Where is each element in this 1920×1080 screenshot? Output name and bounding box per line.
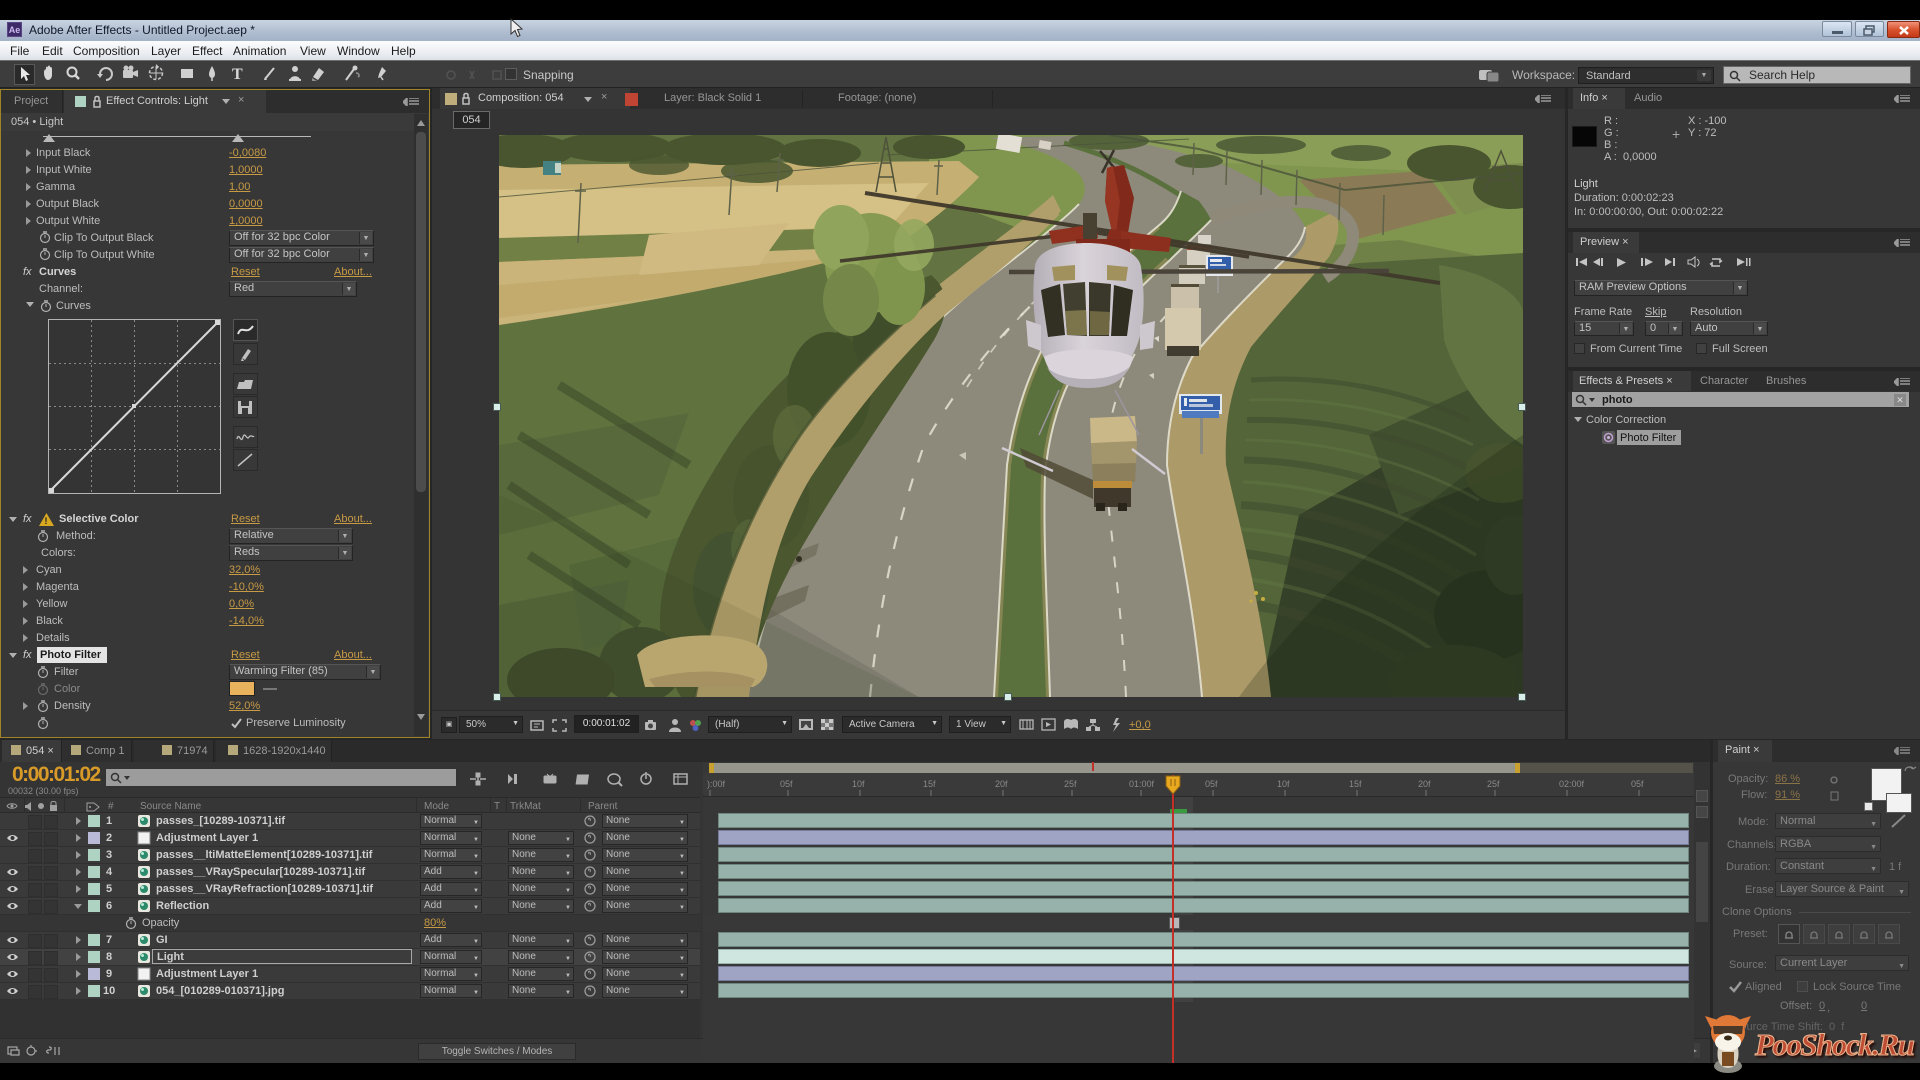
svg-text:T: T: [232, 66, 243, 83]
svg-text:!: !: [45, 516, 48, 526]
